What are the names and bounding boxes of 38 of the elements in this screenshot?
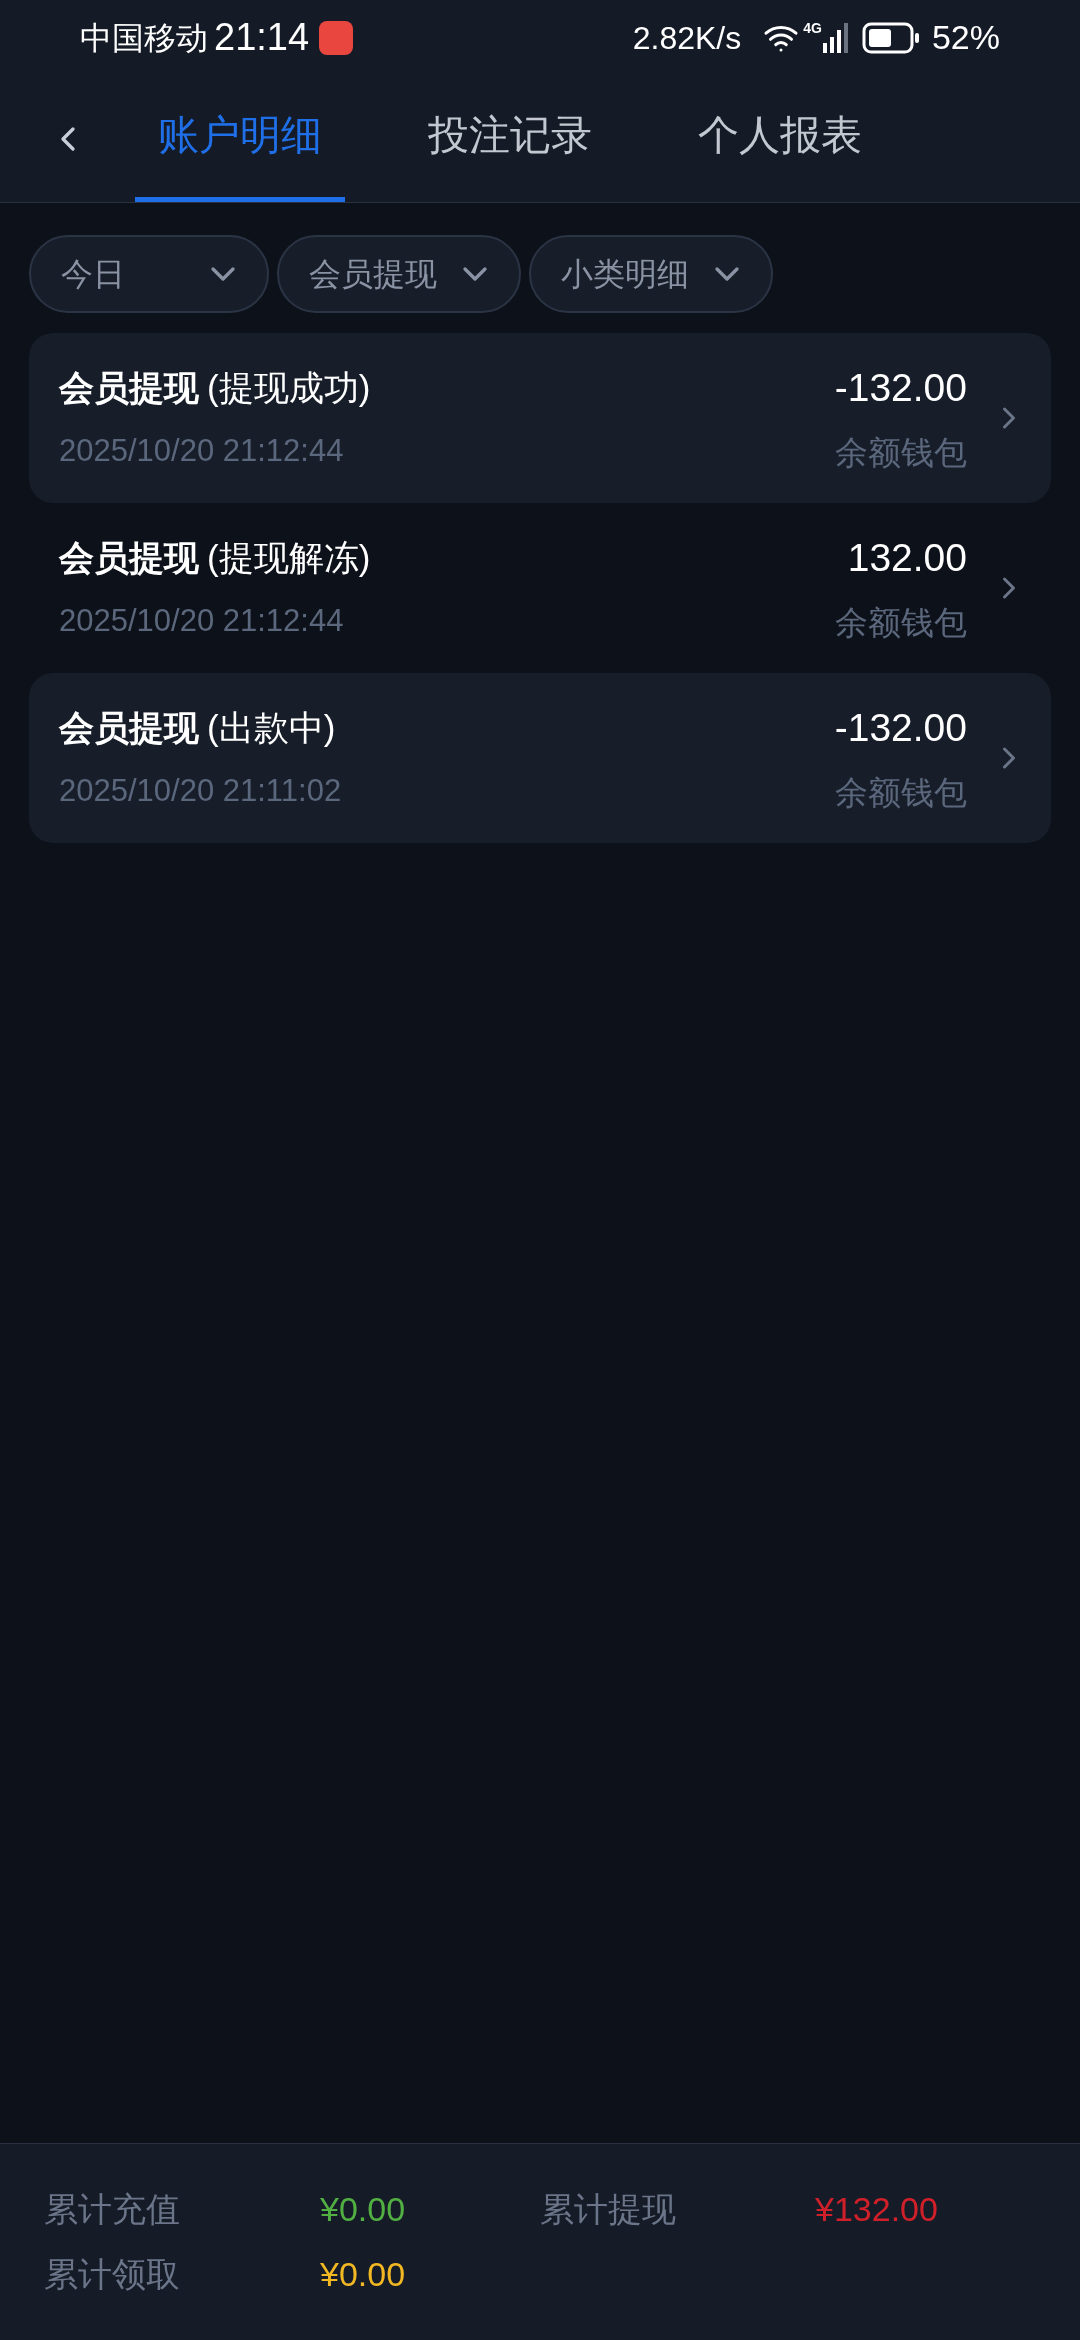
record-amount: -132.00 (834, 705, 967, 751)
record-row[interactable]: 会员提现 (提现解冻) 2025/10/20 21:12:44 132.00 余额钱包 (29, 503, 1051, 673)
summary-label: 累计充值 (44, 2189, 181, 2230)
record-type: 会员提现 (59, 536, 199, 579)
clock: 21:14 (214, 15, 310, 60)
filter-dropdown[interactable]: 小类明细 (529, 235, 773, 313)
record-time: 2025/10/20 21:12:44 (59, 432, 345, 470)
network-type: 4G (803, 19, 822, 38)
summary-label: 累计提现 (540, 2189, 677, 2230)
wallet-label: 余额钱包 (835, 602, 967, 643)
record-card[interactable]: 会员提现 (提现成功) 2025/10/20 21:12:44 -132.00 余额钱包 (29, 333, 1051, 503)
wallet-label: 余额钱包 (835, 772, 967, 813)
record-card[interactable]: 会员提现 (出款中) 2025/10/20 21:11:02 -132.00 余额钱包 (29, 673, 1051, 843)
tab[interactable]: 个人报表 (675, 75, 885, 202)
record-time: 2025/10/20 21:11:02 (59, 772, 343, 810)
record-status: (提现成功) (207, 366, 371, 409)
carrier: 中国移动 (80, 18, 208, 58)
summary-label: 累计领取 (44, 2254, 181, 2295)
tab[interactable]: 投注记录 (405, 75, 615, 202)
record-amount: 132.00 (847, 535, 967, 581)
summary-value: ¥132.00 (815, 2189, 939, 2230)
filter-dropdown[interactable]: 会员提现 (277, 235, 521, 313)
record-status: (提现解冻) (207, 536, 371, 579)
battery-icon (861, 21, 920, 54)
signal-icon (821, 22, 848, 53)
record-type: 会员提现 (59, 366, 199, 409)
app-icon (319, 20, 354, 55)
wallet-label: 余额钱包 (835, 432, 967, 473)
tab[interactable]: 账户明细 (135, 75, 345, 202)
summary-value: ¥0.00 (320, 2254, 407, 2295)
record-amount: -132.00 (834, 365, 967, 411)
network-speed: 2.82K/s (632, 18, 742, 58)
record-status: (出款中) (207, 706, 336, 749)
record-time: 2025/10/20 21:12:44 (59, 602, 345, 640)
record-type: 会员提现 (59, 706, 199, 749)
summary-value: ¥0.00 (320, 2189, 407, 2230)
filter-dropdown[interactable]: 今日 (29, 235, 269, 313)
battery-level: 52% (931, 17, 1000, 58)
